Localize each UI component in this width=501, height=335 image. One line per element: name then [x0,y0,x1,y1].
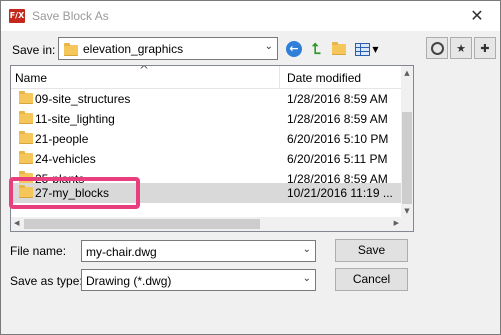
item-date: 10/21/2016 11:19 ... [287,186,393,200]
cancel-button[interactable]: Cancel [335,268,408,291]
favorites-icon: ★ [456,41,466,55]
scroll-right-icon[interactable]: ▶ [394,219,399,227]
save-as-type-value: Drawing (*.dwg) [86,274,172,288]
scroll-down-icon[interactable]: ▼ [401,207,413,215]
list-item[interactable]: 09-site_structures 1/28/2016 8:59 AM [11,89,402,109]
add-to-favorites-icon: ✚ [480,41,490,55]
chevron-down-icon: ▼ [372,44,379,54]
favorites-button[interactable]: ★ [450,37,472,59]
save-as-type-dropdown[interactable]: Drawing (*.dwg) ⌄ [81,269,316,291]
save-as-type-label: Save as type: [10,274,83,288]
folder-icon [19,131,33,144]
scrollbar-corner [401,217,413,231]
chevron-down-icon[interactable]: ⌄ [303,244,311,255]
item-name: 09-site_structures [35,92,131,106]
column-header-name[interactable]: Name [15,71,47,85]
find-icon [430,41,444,55]
column-divider[interactable] [279,66,280,88]
folder-icon [19,91,33,104]
folder-icon [19,111,33,124]
up-folder-icon: ⮤ [311,40,321,58]
folder-icon [19,151,33,164]
views-menu-button[interactable]: ▼ [354,39,380,59]
highlight-annotation [9,177,140,209]
item-date: 1/28/2016 8:59 AM [287,112,388,126]
scroll-left-icon[interactable]: ◀ [14,219,19,227]
app-logo-icon: F/X [9,9,25,23]
list-item[interactable]: 21-people 6/20/2016 5:10 PM [11,129,402,149]
sort-ascending-icon: ^ [139,65,150,77]
list-item[interactable]: 11-site_lighting 1/28/2016 8:59 AM [11,109,402,129]
save-block-dialog: F/X Save Block As ✕ Save in: elevation_g… [0,0,501,335]
dialog-title: Save Block As [32,9,109,23]
file-name-label: File name: [10,244,67,258]
save-in-value: elevation_graphics [83,42,184,56]
vertical-scrollbar[interactable]: ▲ ▼ [401,66,413,217]
item-name: 11-site_lighting [35,112,115,126]
chevron-down-icon: ⌄ [264,41,273,52]
save-button[interactable]: Save [335,239,408,262]
scrollbar-thumb[interactable] [24,219,260,229]
item-date: 1/28/2016 8:59 AM [287,92,388,106]
create-new-folder-button[interactable] [329,39,349,59]
add-to-favorites-button[interactable]: ✚ [474,37,496,59]
item-name: 21-people [35,132,89,146]
find-button[interactable] [426,37,448,59]
file-name-input[interactable]: my-chair.dwg ⌄ [81,240,316,262]
title-bar[interactable]: F/X Save Block As ✕ [1,1,500,31]
column-header-bar: ^ Name Date modified [11,66,402,89]
column-header-date-modified[interactable]: Date modified [287,71,361,85]
up-one-level-button[interactable]: ⮤ [306,39,326,59]
save-in-dropdown[interactable]: elevation_graphics ⌄ [58,37,278,60]
item-date: 6/20/2016 5:11 PM [287,152,388,166]
file-name-value: my-chair.dwg [86,245,157,259]
close-button[interactable]: ✕ [454,1,500,31]
back-button[interactable]: ← [284,39,304,59]
horizontal-scrollbar[interactable]: ◀ ▶ [11,217,402,231]
item-date: 6/20/2016 5:10 PM [287,132,389,146]
new-folder-icon [332,41,346,55]
scrollbar-thumb[interactable] [402,112,412,204]
chevron-down-icon: ⌄ [302,273,311,284]
item-name: 24-vehicles [35,152,96,166]
scroll-up-icon[interactable]: ▲ [401,69,413,77]
save-in-label: Save in: [12,43,56,57]
views-menu-icon [355,42,371,56]
folder-icon [64,43,78,56]
list-item[interactable]: 24-vehicles 6/20/2016 5:11 PM [11,149,402,169]
back-arrow-icon: ← [286,41,302,57]
